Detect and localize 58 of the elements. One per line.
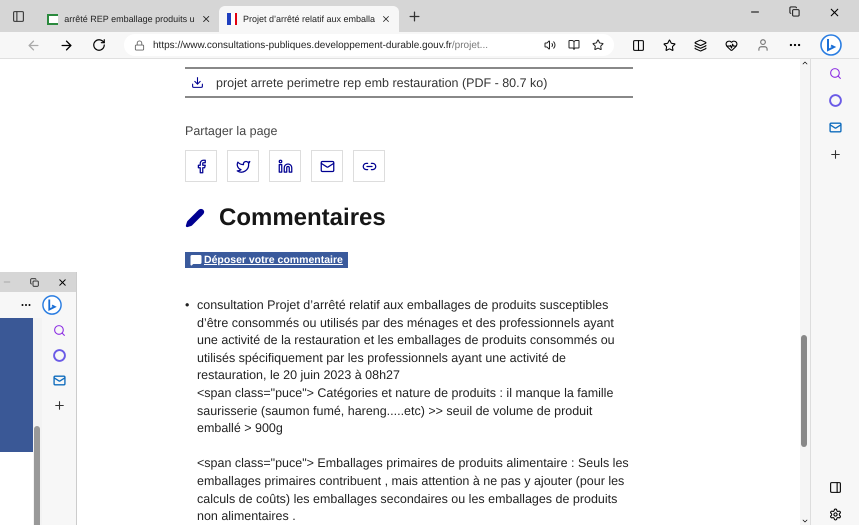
- forward-icon[interactable]: [59, 38, 74, 52]
- tab-title: arrêté REP emballage produits u: [64, 14, 195, 24]
- restore-icon[interactable]: [789, 6, 800, 16]
- comment-button[interactable]: Déposer votre commentaire: [185, 252, 348, 268]
- comment-text: consultation Projet d’arrêté relatif aux emballages de produits susceptibles d’être consommés ou utilisés par des ménages et des professionnels ayant une activité de la restauration et les emballages de produits consommés ou utilisés spécifiquement par les professionnels ayant une activité de restauration, le 20 juin 2023 à 08h27: [197, 297, 616, 384]
- comment-text: <span class="puce"> Catégories et nature de produits : il manque la famille saurisserie (saumon fumé, hareng.....etc) >> seuil de volume de produit emballé > 900g: [197, 384, 614, 438]
- add-icon[interactable]: [52, 399, 66, 412]
- favorite-star-icon[interactable]: [592, 39, 604, 51]
- close-icon[interactable]: [200, 13, 211, 25]
- flag-icon: [227, 13, 237, 25]
- comment-text: <span class="puce"> Emballages primaires de produits alimentaire : Seuls les emballages primaires contribuent , mais attention à ne pas y ajouter (pour les calculs de coûts) les emballages secondaires ou les emballages de produits non alimentaires .: [197, 455, 630, 525]
- favorites-icon[interactable]: [663, 38, 676, 52]
- site-logo-icon: [47, 14, 58, 24]
- share-label: Partager la page: [185, 124, 278, 138]
- bing-chat-icon[interactable]: [42, 295, 62, 315]
- section-heading: Commentaires: [219, 204, 386, 232]
- split-screen-icon[interactable]: [632, 38, 645, 52]
- share-button[interactable]: [353, 150, 385, 182]
- mail-icon: [320, 158, 334, 174]
- reload-icon[interactable]: [92, 38, 106, 52]
- share-button[interactable]: [227, 150, 259, 182]
- bing-chat-icon[interactable]: [820, 34, 842, 56]
- download-link[interactable]: projet arrete perimetre rep emb restauration (PDF - 80.7 ko): [185, 67, 633, 98]
- linkedin-icon: [278, 158, 292, 174]
- collections-icon[interactable]: [694, 38, 707, 52]
- scroll-down-icon[interactable]: [801, 517, 809, 525]
- speech-bubble-icon: [190, 254, 202, 266]
- sidebar-toggle-icon[interactable]: [828, 481, 842, 494]
- share-button[interactable]: [185, 150, 217, 182]
- add-icon[interactable]: [828, 148, 842, 161]
- download-icon: [191, 76, 204, 89]
- reader-icon[interactable]: [568, 39, 580, 51]
- close-icon[interactable]: [57, 276, 68, 288]
- profile-icon[interactable]: [756, 38, 770, 52]
- health-icon[interactable]: [725, 38, 738, 52]
- scrollbar[interactable]: [33, 318, 42, 525]
- url-text: https://www.consultations-publiques.developpement-durable.gouv.fr/projet...: [153, 40, 488, 50]
- browser-tab[interactable]: arrêté REP emballage produits u: [39, 6, 219, 32]
- new-tab-icon[interactable]: [407, 8, 422, 24]
- lock-icon: [134, 40, 145, 50]
- close-icon[interactable]: [828, 6, 841, 18]
- read-aloud-icon[interactable]: [544, 39, 556, 51]
- share-button[interactable]: [269, 150, 301, 182]
- twitter-icon: [236, 158, 250, 174]
- settings-icon[interactable]: [828, 508, 842, 521]
- bullet: •: [185, 297, 190, 314]
- close-icon[interactable]: [381, 13, 391, 25]
- search-icon[interactable]: [828, 67, 842, 80]
- search-icon[interactable]: [52, 324, 66, 337]
- restore-icon[interactable]: [30, 278, 39, 286]
- browser-tab[interactable]: Projet d’arrêté relatif aux emballa: [219, 6, 399, 32]
- tab-actions-icon[interactable]: [12, 10, 25, 22]
- share-button[interactable]: [311, 150, 343, 182]
- scrollbar[interactable]: [800, 59, 810, 525]
- tab-title: Projet d’arrêté relatif aux emballa: [242, 14, 376, 24]
- address-bar[interactable]: https://www.consultations-publiques.developpement-durable.gouv.fr/projet...: [124, 34, 614, 56]
- pencil-icon: [185, 208, 205, 228]
- scroll-up-icon[interactable]: [801, 59, 809, 67]
